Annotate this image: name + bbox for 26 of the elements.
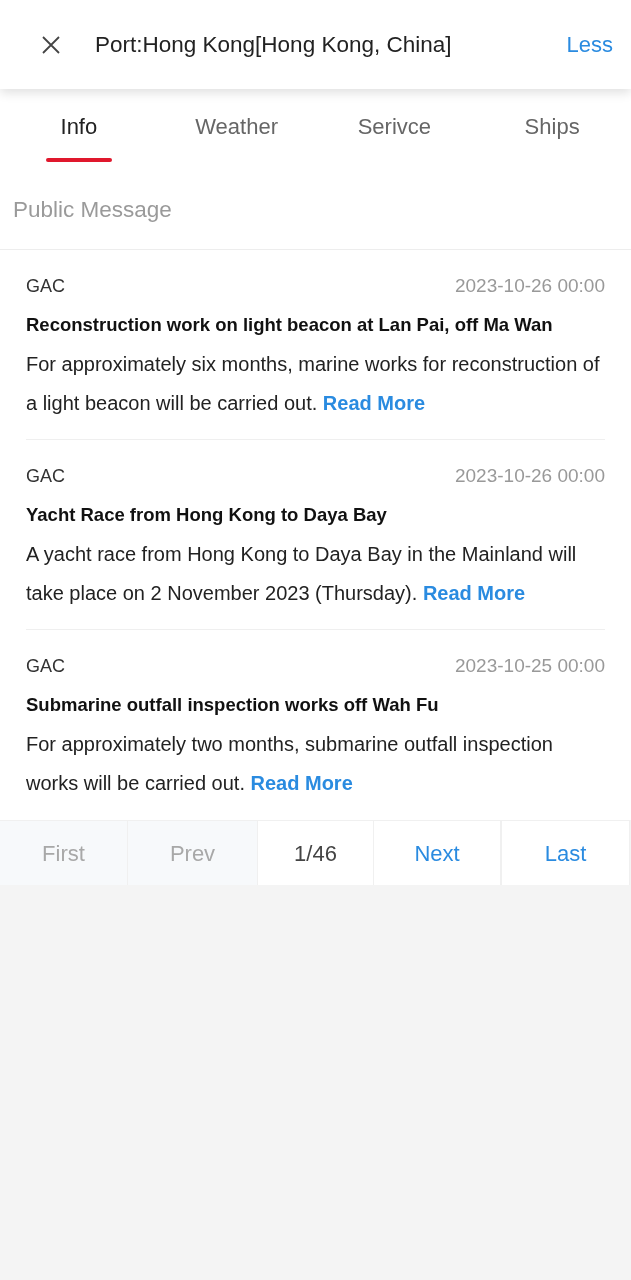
tab[interactable]: Info (0, 114, 158, 165)
message-source: GAC (26, 464, 65, 488)
message-date: 2023-10-26 00:00 (455, 463, 605, 488)
message-title: Submarine outfall inspection works off Wah Fu (26, 693, 440, 717)
message-body: For approximately two months, submarine outfall inspection works will be carried out. Read More (26, 732, 554, 796)
message-date: 2023-10-25 00:00 (455, 653, 605, 678)
message-title: Reconstruction work on light beacon at Lan Pai, off Ma Wan (26, 313, 554, 337)
tab[interactable]: Weather (157, 114, 316, 165)
read-more-link[interactable]: Read More (322, 392, 426, 414)
port-title: Port:Hong Kong[Hong Kong, China] (95, 30, 452, 59)
message-body: A yacht race from Hong Kong to Daya Bay in the Mainland will take place on 2 November 2023 (Thursday). Read More (26, 542, 578, 606)
message-source: GAC (26, 274, 65, 298)
message-body: For approximately six months, marine works for reconstruction of a light beacon will be carried out. Read More (26, 352, 601, 416)
tab[interactable]: Serivce (315, 114, 474, 165)
message-title: Yacht Race from Hong Kong to Daya Bay (26, 503, 388, 527)
message-date: 2023-10-26 00:00 (455, 273, 605, 298)
section-title: Public Message (12, 196, 173, 224)
less-link[interactable]: Less (566, 28, 613, 61)
close-button[interactable] (41, 34, 61, 55)
message-source: GAC (26, 654, 65, 678)
page-button[interactable]: Last (501, 821, 630, 885)
page-button[interactable]: Next (373, 821, 501, 885)
read-more-link[interactable]: Read More (250, 772, 353, 794)
tab[interactable]: Ships (473, 114, 631, 165)
close-icon (41, 34, 61, 55)
read-more-link[interactable]: Read More (422, 582, 526, 604)
